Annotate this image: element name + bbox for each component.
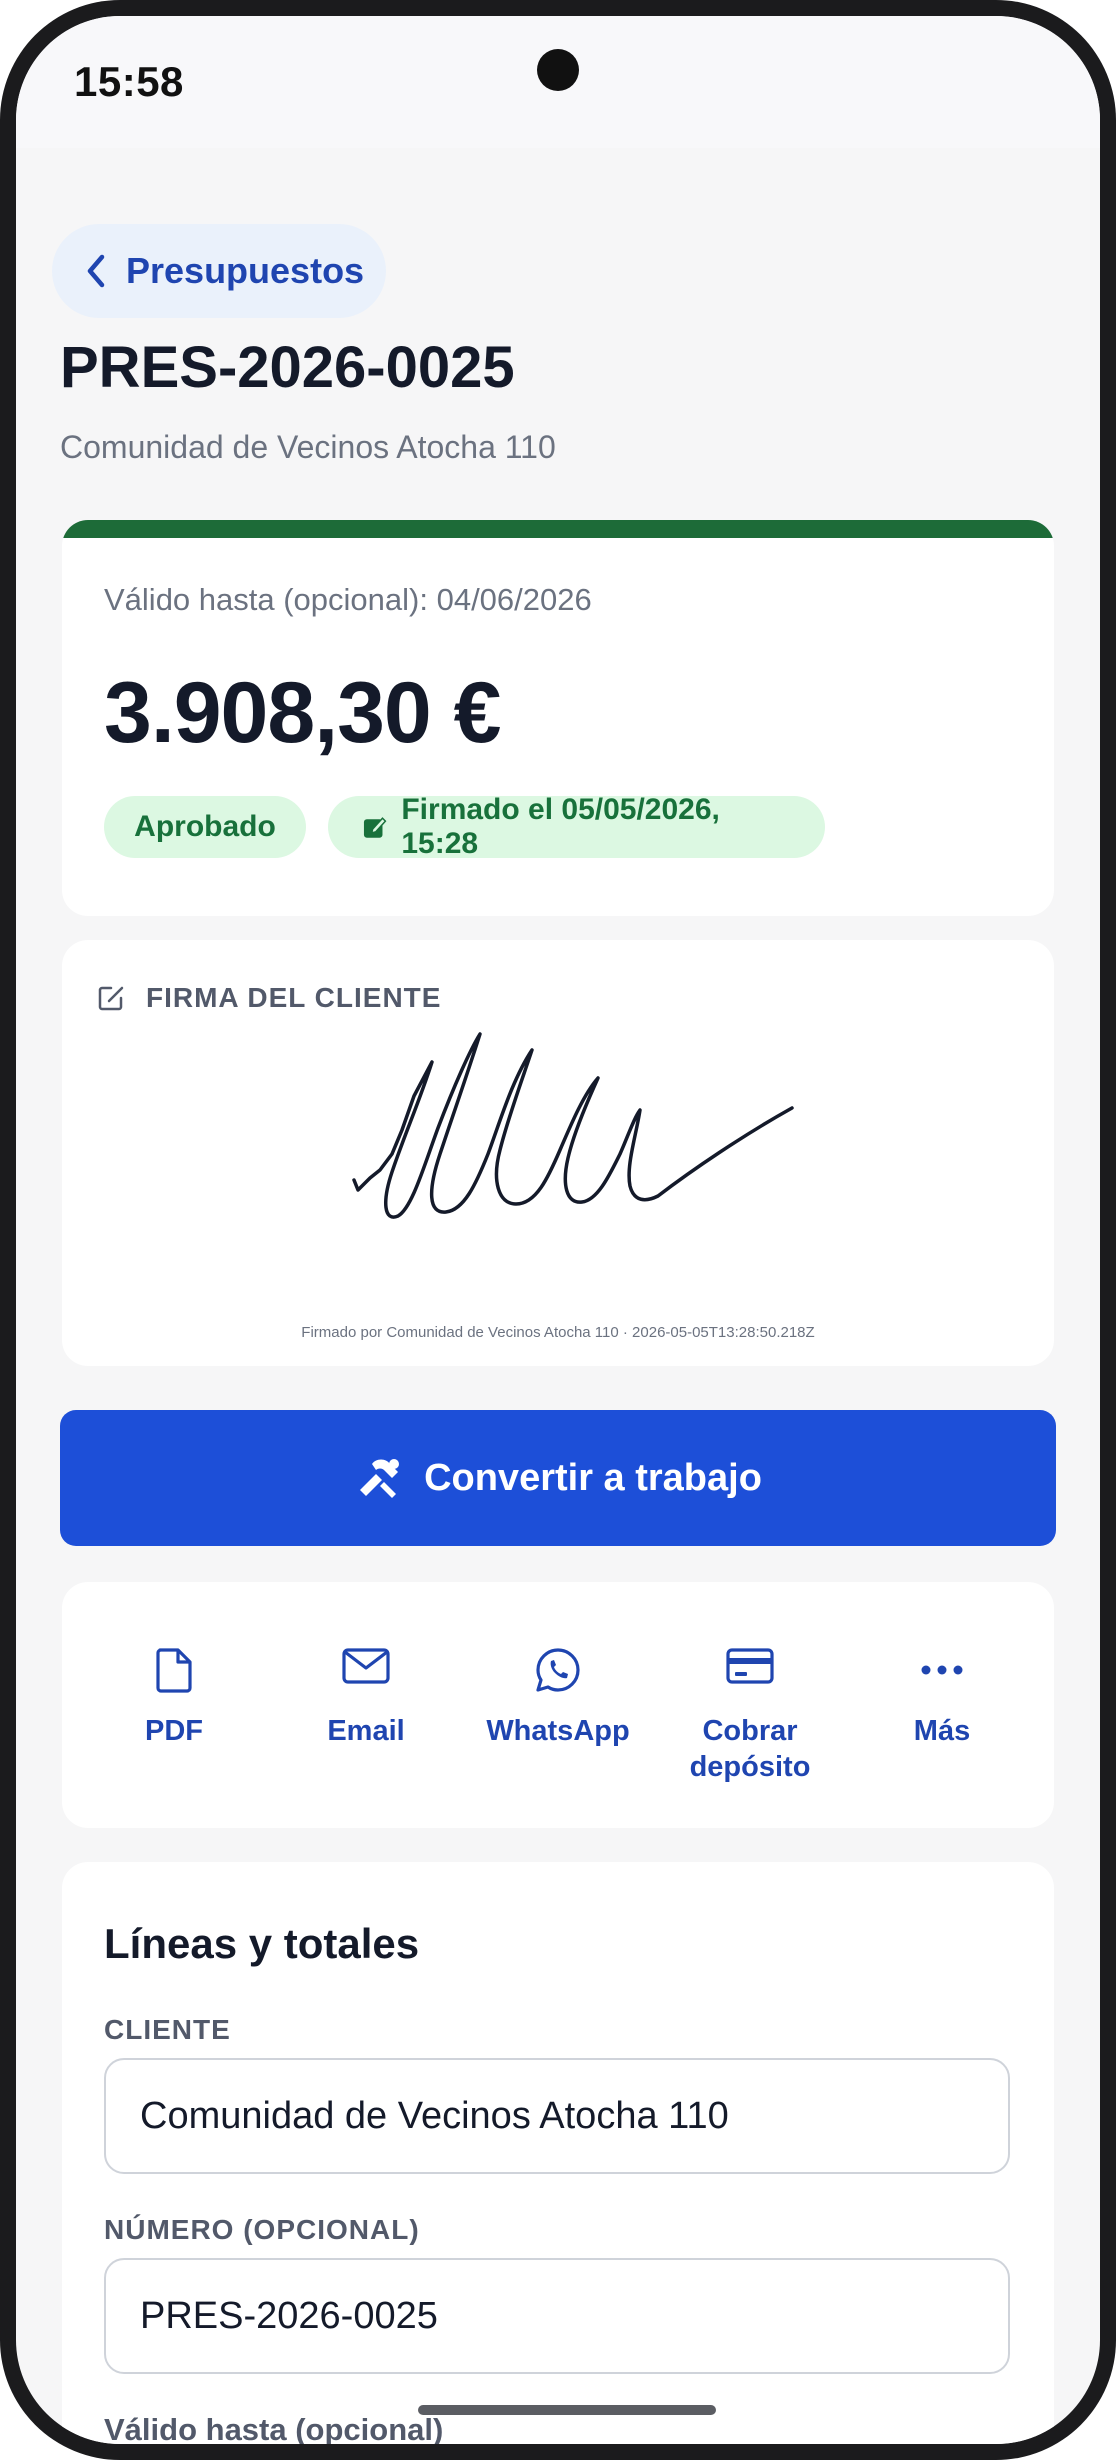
action-collect-deposit-label: Cobrar depósito <box>689 1715 811 1783</box>
action-email-label: Email <box>327 1715 405 1747</box>
credit-card-icon <box>726 1648 774 1684</box>
document-icon <box>156 1648 192 1693</box>
action-collect-deposit[interactable]: Cobrar depósito <box>660 1582 840 1828</box>
home-indicator[interactable] <box>418 2405 716 2415</box>
client-label: CLIENTE <box>104 2014 231 2045</box>
action-whatsapp-label: WhatsApp <box>486 1715 630 1747</box>
back-button[interactable]: Presupuestos <box>52 224 386 318</box>
action-more-label: Más <box>913 1715 971 1747</box>
action-pdf-label: PDF <box>145 1715 203 1747</box>
more-icon <box>921 1665 963 1675</box>
signature-drawing <box>352 1032 794 1219</box>
action-whatsapp[interactable]: WhatsApp <box>468 1582 648 1828</box>
phone-frame: 15:58 Presupuestos PRES-2026-0025 Comuni… <box>0 0 1116 2460</box>
tools-icon <box>360 1459 400 1498</box>
section-title: Líneas y totales <box>104 1920 420 1967</box>
status-time: 15:58 <box>74 58 184 105</box>
mail-icon <box>342 1648 390 1684</box>
status-accent-bar <box>62 520 1054 538</box>
number-label: NÚMERO (OPCIONAL) <box>104 2214 420 2245</box>
action-pdf[interactable]: PDF <box>84 1582 264 1828</box>
summary-card: Válido hasta (opcional): 04/06/2026 3.90… <box>62 520 1054 916</box>
valid-until-label: Válido hasta (opcional) <box>104 2412 444 2444</box>
app-screen: 15:58 Presupuestos PRES-2026-0025 Comuni… <box>16 16 1100 2444</box>
camera-cutout <box>537 49 579 91</box>
back-button-label: Presupuestos <box>126 250 365 291</box>
signature-caption: Firmado por Comunidad de Vecinos Atocha … <box>301 1324 815 1341</box>
signed-badge: Firmado el 05/05/2026, 15:28 <box>328 793 825 860</box>
status-badge-label: Aprobado <box>134 810 276 843</box>
status-bar: 15:58 <box>16 16 1100 148</box>
whatsapp-icon <box>536 1648 580 1692</box>
actions-card: PDF Email WhatsApp Cobrar depósito Más <box>62 1582 1054 1828</box>
chevron-left-icon <box>87 254 105 288</box>
status-badge: Aprobado <box>104 796 306 858</box>
client-field[interactable] <box>104 2058 1010 2174</box>
convert-to-job-label: Convertir a trabajo <box>424 1456 762 1499</box>
action-more[interactable]: Más <box>852 1582 1032 1828</box>
signature-card: FIRMA DEL CLIENTE Firmado por Comunidad … <box>62 940 1054 1366</box>
total-amount: 3.908,30 € <box>104 665 501 761</box>
lines-totals-card: Líneas y totales CLIENTE NÚMERO (OPCIONA… <box>62 1862 1054 2444</box>
page-title: PRES-2026-0025 <box>60 335 515 400</box>
signed-edit-icon <box>363 817 387 838</box>
page-subtitle: Comunidad de Vecinos Atocha 110 <box>60 429 556 465</box>
action-email[interactable]: Email <box>276 1582 456 1828</box>
number-field[interactable] <box>104 2258 1010 2374</box>
signed-badge-label: Firmado el 05/05/2026, 15:28 <box>401 793 720 860</box>
convert-to-job-button[interactable]: Convertir a trabajo <box>60 1410 1056 1546</box>
valid-until-text: Válido hasta (opcional): 04/06/2026 <box>104 582 592 617</box>
